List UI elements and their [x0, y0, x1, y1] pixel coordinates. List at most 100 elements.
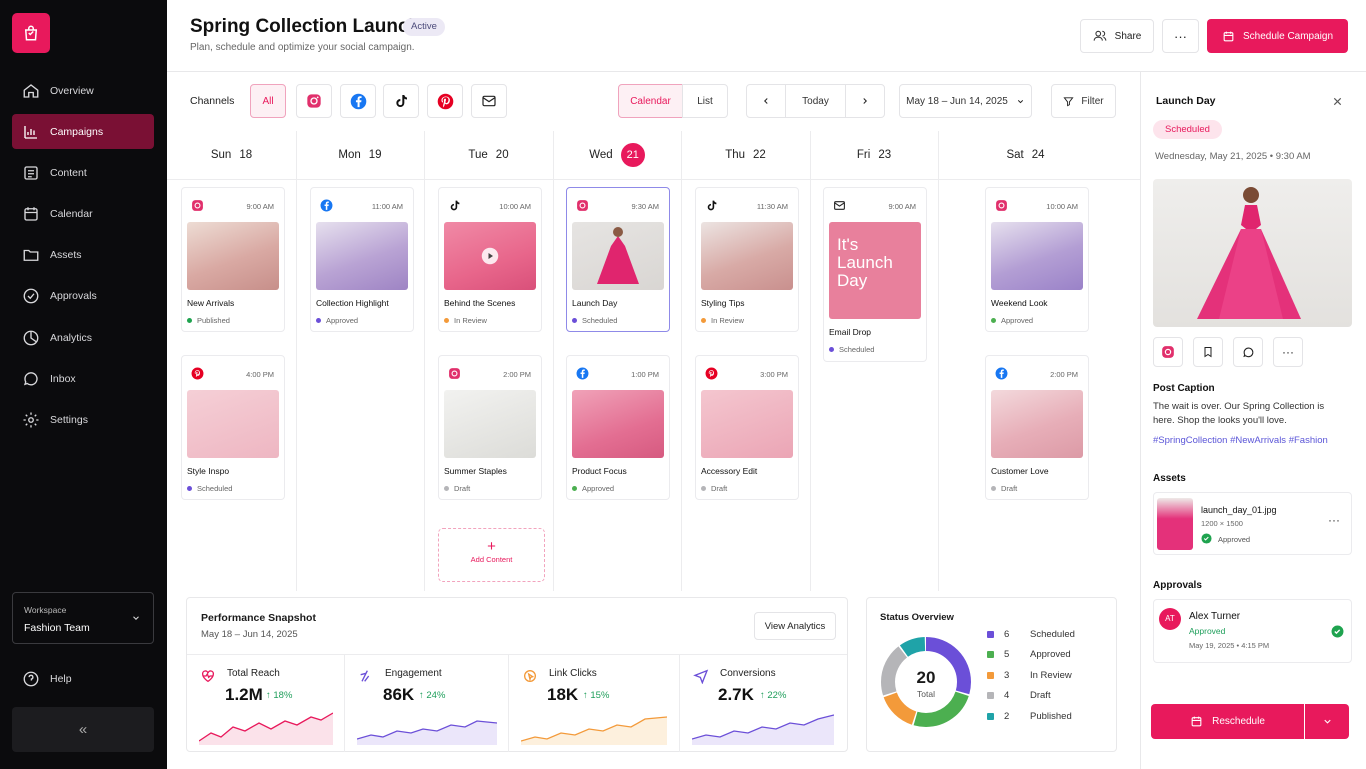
today-button[interactable]: Today — [785, 84, 846, 118]
content-card[interactable]: 10:00 AM Weekend Look Approved — [985, 187, 1089, 332]
column-divider — [553, 131, 554, 591]
nav-label: Settings — [50, 413, 88, 426]
day-header-wed[interactable]: Wed 21 — [553, 131, 681, 179]
header-divider — [167, 179, 1140, 180]
nav-analytics[interactable]: Analytics — [12, 320, 154, 355]
workspace-switcher[interactable]: Workspace Fashion Team — [12, 592, 154, 644]
facebook-icon — [350, 93, 366, 109]
nav-settings[interactable]: Settings — [12, 402, 154, 437]
bookmark-button[interactable] — [1193, 337, 1223, 367]
view-calendar-tab[interactable]: Calendar — [618, 84, 683, 118]
channel-filter-instagram[interactable] — [296, 84, 332, 118]
kpi-total-reach: Total Reach 1.2M ↑ 18% — [187, 654, 344, 752]
day-header-sun[interactable]: Sun 18 — [167, 131, 296, 179]
chevron-right-icon — [863, 98, 867, 104]
content-card[interactable]: 2:00 PM Summer Staples Draft — [438, 355, 542, 500]
mail-icon — [482, 95, 496, 107]
donut-total: 20 — [916, 668, 936, 687]
content-card[interactable]: 4:00 PM Style Inspo Scheduled — [181, 355, 285, 500]
reschedule-label: Reschedule — [1212, 716, 1265, 727]
day-name: Thu — [725, 149, 746, 161]
asset-more-button[interactable]: ··· — [1328, 513, 1340, 527]
channel-filter-pinterest[interactable] — [427, 84, 463, 118]
asset-item[interactable]: launch_day_01.jpg 1200 × 1500 Approved ·… — [1153, 492, 1352, 555]
reschedule-options-button[interactable] — [1305, 704, 1349, 739]
calendar-icon — [24, 206, 38, 221]
content-card-selected[interactable]: 9:30 AM Launch Day Scheduled — [566, 187, 670, 332]
share-button[interactable]: Share — [1080, 19, 1154, 53]
nav-label: Help — [50, 672, 72, 685]
comment-icon — [1242, 347, 1253, 357]
day-header-thu[interactable]: Thu 22 — [681, 131, 810, 179]
content-card[interactable]: 9:00 AM It's Launch Day Email Drop Sched… — [823, 187, 927, 362]
nav-approvals[interactable]: Approvals — [12, 278, 154, 313]
panel-datetime: Wednesday, May 21, 2025 • 9:30 AM — [1155, 151, 1311, 162]
nav-campaigns[interactable]: Campaigns — [12, 114, 154, 149]
content-card[interactable]: 11:00 AM Collection Highlight Approved — [310, 187, 414, 332]
nav-inbox[interactable]: Inbox — [12, 361, 154, 396]
add-content-button[interactable]: + Add Content — [438, 528, 545, 582]
more-options-button[interactable]: ··· — [1162, 19, 1199, 53]
day-number: 18 — [239, 149, 253, 161]
channel-filter-all[interactable]: All — [250, 84, 286, 118]
close-icon[interactable] — [1332, 96, 1343, 107]
collapse-sidebar-button[interactable]: « — [12, 707, 154, 752]
day-number: 24 — [1031, 149, 1045, 161]
card-title: Customer Love — [991, 466, 1049, 476]
card-status: Draft — [701, 484, 727, 493]
facebook-icon — [995, 367, 1008, 380]
instagram-preview-button[interactable] — [1153, 337, 1183, 367]
page-subtitle: Plan, schedule and optimize your social … — [190, 42, 415, 53]
content-card[interactable]: 9:00 AM New Arrivals Published — [181, 187, 285, 332]
date-range-value: May 18 – Jun 14, 2025 — [906, 95, 1008, 107]
content-card[interactable]: 1:00 PM Product Focus Approved — [566, 355, 670, 500]
nav-label: Approvals — [50, 289, 97, 302]
nav-help[interactable]: Help — [12, 661, 154, 696]
reschedule-button[interactable]: Reschedule — [1151, 704, 1304, 739]
comment-button[interactable] — [1233, 337, 1263, 367]
content-card[interactable]: 2:00 PM Customer Love Draft — [985, 355, 1089, 500]
heart-pulse-icon — [202, 670, 214, 683]
nav-overview[interactable]: Overview — [12, 73, 154, 108]
more-options-button[interactable]: ··· — [1273, 337, 1303, 367]
legend-count: 4 — [1004, 690, 1010, 701]
day-header-mon[interactable]: Mon 19 — [296, 131, 424, 179]
day-number: 23 — [878, 149, 892, 161]
channel-filter-facebook[interactable] — [340, 84, 376, 118]
chevron-left-icon — [764, 98, 768, 104]
channel-filter-tiktok[interactable] — [383, 84, 419, 118]
caption-hashtags[interactable]: #SpringCollection #NewArrivals #Fashion — [1153, 435, 1328, 446]
play-icon[interactable] — [481, 247, 499, 265]
kpi-change: ↑ 15% — [583, 690, 610, 701]
column-divider — [681, 131, 682, 591]
instagram-icon — [996, 200, 1007, 211]
kpi-sparkline — [357, 720, 497, 745]
bar-chart-icon — [24, 125, 37, 139]
channel-filter-email[interactable] — [471, 84, 507, 118]
shopping-bag-logo-icon[interactable] — [12, 13, 50, 53]
document-icon — [24, 165, 38, 180]
nav-assets[interactable]: Assets — [12, 237, 154, 272]
nav-content[interactable]: Content — [12, 155, 154, 190]
legend-row: 3 In Review — [987, 670, 1072, 681]
schedule-campaign-button[interactable]: Schedule Campaign — [1207, 19, 1348, 53]
card-status: In Review — [444, 316, 487, 325]
card-time: 9:30 AM — [631, 202, 659, 211]
view-list-tab[interactable]: List — [682, 84, 728, 118]
filter-button[interactable]: Filter — [1051, 84, 1116, 118]
content-card[interactable]: 10:00 AM Behind the Scenes In Review — [438, 187, 542, 332]
next-week-button[interactable] — [845, 84, 885, 118]
list-tab-label: List — [697, 95, 713, 107]
card-status: Draft — [444, 484, 470, 493]
day-header-sat[interactable]: Sat 24 — [938, 131, 1113, 179]
content-card[interactable]: 3:00 PM Accessory Edit Draft — [695, 355, 799, 500]
content-card[interactable]: 11:30 AM Styling Tips In Review — [695, 187, 799, 332]
day-header-fri[interactable]: Fri 23 — [810, 131, 938, 179]
today-indicator: 21 — [620, 143, 645, 167]
view-analytics-button[interactable]: View Analytics — [754, 612, 836, 640]
previous-week-button[interactable] — [746, 84, 786, 118]
calendar-icon — [1191, 716, 1202, 727]
nav-calendar[interactable]: Calendar — [12, 196, 154, 231]
date-range-select[interactable]: May 18 – Jun 14, 2025 — [899, 84, 1032, 118]
day-header-tue[interactable]: Tue 20 — [424, 131, 553, 179]
